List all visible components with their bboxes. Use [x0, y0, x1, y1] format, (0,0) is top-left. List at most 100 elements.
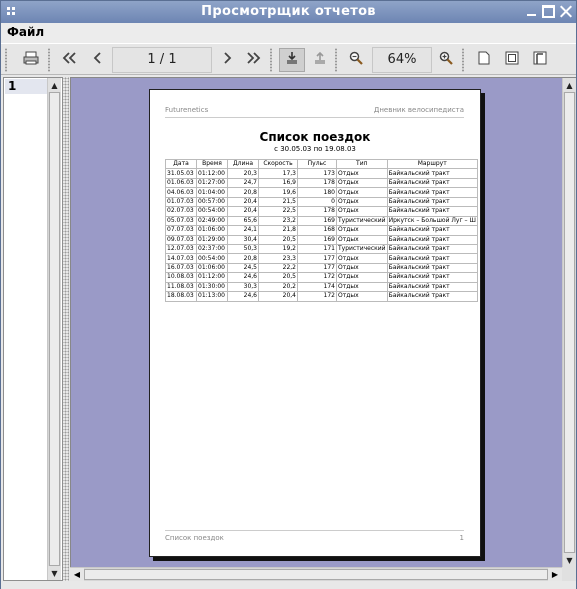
- table-cell: 01:30:00: [196, 281, 228, 293]
- table-cell: Байкальский тракт: [386, 177, 478, 189]
- table-cell: Байкальский тракт: [386, 234, 478, 245]
- print-button[interactable]: [18, 48, 44, 72]
- footer-rule: [165, 530, 464, 531]
- scroll-left-arrow-icon[interactable]: ◀: [70, 568, 84, 581]
- viewport-horizontal-scrollbar[interactable]: ◀ ▶: [70, 567, 562, 581]
- report-viewport[interactable]: Futurenetics Дневник велосипедиста Списо…: [70, 77, 576, 581]
- report-header-right: Дневник велосипедиста: [373, 106, 464, 114]
- table-cell: 01:12:00: [196, 168, 228, 179]
- table-cell: Иркутск – Большой Луг – Ш: [386, 215, 478, 227]
- table-cell: 01.06.03: [165, 177, 197, 189]
- table-row: 14.07.03 00:54:00 20,8 23,3 177 Отдых Байкальс…: [165, 253, 478, 264]
- scroll-thumb[interactable]: [84, 569, 548, 580]
- toolbar-separator: [462, 48, 464, 72]
- thumbnail-item[interactable]: 1: [5, 79, 49, 94]
- fit-width-button[interactable]: [527, 48, 553, 72]
- close-button[interactable]: [559, 5, 572, 18]
- menu-file[interactable]: Файл: [7, 25, 44, 39]
- table-row: 09.07.03 01:29:00 30,4 20,5 169 Отдых Байкальс…: [165, 234, 478, 245]
- table-cell: Байкальский тракт: [386, 206, 478, 217]
- table-cell: 20,4: [258, 291, 298, 302]
- table-cell: Отдых: [336, 253, 388, 264]
- table-cell: 19,6: [258, 187, 298, 198]
- table-row: 11.08.03 01:30:00 30,3 20,2 174 Отдых Байкальс…: [165, 281, 478, 293]
- zoom-in-button[interactable]: [433, 48, 459, 72]
- table-cell: 30,3: [227, 281, 259, 293]
- table-cell: Байкальский тракт: [386, 272, 478, 283]
- table-cell: 01:06:00: [196, 225, 228, 236]
- thumbnail-scrollbar[interactable]: ▲ ▼: [47, 78, 61, 580]
- scroll-up-arrow-icon[interactable]: ▲: [48, 78, 61, 92]
- report-subtitle: с 30.05.03 по 19.08.03: [274, 145, 356, 153]
- scroll-up-arrow-icon[interactable]: ▲: [563, 78, 576, 92]
- scroll-right-arrow-icon[interactable]: ▶: [548, 568, 562, 581]
- viewport-vertical-scrollbar[interactable]: ▲ ▼: [562, 78, 576, 567]
- zoom-out-button[interactable]: [343, 48, 369, 72]
- table-cell: 169: [297, 215, 337, 227]
- column-header: Тип: [336, 158, 388, 170]
- title-bar[interactable]: Просмотрщик отчетов: [1, 1, 576, 23]
- table-cell: 01:12:00: [196, 272, 228, 283]
- toolbar-separator: [335, 48, 337, 72]
- table-cell: 16.07.03: [165, 262, 197, 274]
- table-cell: 177: [297, 262, 337, 274]
- prev-page-button[interactable]: [85, 48, 111, 72]
- scroll-thumb[interactable]: [564, 92, 575, 553]
- zoom-field[interactable]: 64%: [372, 47, 432, 73]
- table-cell: 20,4: [227, 206, 259, 217]
- page-number-label: 1: [459, 534, 464, 542]
- table-cell: 20,2: [258, 281, 298, 293]
- table-row: 02.07.03 00:54:00 20,4 22,5 178 Отдых Байкальс…: [165, 206, 478, 217]
- export-button[interactable]: [279, 48, 305, 72]
- toolbar-grip[interactable]: [5, 48, 7, 72]
- scroll-thumb[interactable]: [49, 92, 60, 566]
- next-page-icon: [222, 52, 232, 68]
- first-page-button[interactable]: [56, 48, 82, 72]
- minimize-button[interactable]: [525, 5, 538, 18]
- page-number-field[interactable]: 1 / 1: [112, 47, 212, 73]
- page-icon: [478, 51, 490, 69]
- table-cell: Байкальский тракт: [386, 262, 478, 274]
- table-cell: Байкальский тракт: [386, 225, 478, 236]
- table-cell: 17,3: [258, 168, 298, 179]
- table-cell: 07.07.03: [165, 225, 197, 236]
- table-cell: 01:27:00: [196, 177, 228, 189]
- table-cell: 20,5: [258, 272, 298, 283]
- table-row: 16.07.03 01:06:00 24,5 22,2 177 Отдых Байкальс…: [165, 262, 478, 274]
- table-cell: Байкальский тракт: [386, 281, 478, 293]
- column-header: Пульс: [297, 158, 337, 170]
- table-row: 10.08.03 01:12:00 24,6 20,5 172 Отдых Байкальс…: [165, 272, 478, 283]
- table-cell: 172: [297, 272, 337, 283]
- table-cell: Байкальский тракт: [386, 291, 478, 302]
- actual-size-button[interactable]: [471, 48, 497, 72]
- fit-page-button[interactable]: [499, 48, 525, 72]
- table-cell: 21,8: [258, 225, 298, 236]
- trips-table: Дата Время Длина Скорость Пульс Тип Маршрут 31…: [165, 158, 478, 302]
- panel-splitter[interactable]: [63, 77, 69, 581]
- table-cell: Отдых: [336, 206, 388, 217]
- table-cell: 178: [297, 177, 337, 189]
- table-row: 01.07.03 00:57:00 20,4 21,5 0 Отдых Байкальски…: [165, 196, 478, 208]
- table-cell: 31.05.03: [165, 168, 197, 179]
- table-cell: 11.08.03: [165, 281, 197, 293]
- table-cell: 20,8: [227, 187, 259, 198]
- table-cell: 12.07.03: [165, 243, 197, 255]
- table-cell: 14.07.03: [165, 253, 197, 264]
- table-cell: 20,5: [258, 234, 298, 245]
- table-cell: 24,6: [227, 272, 259, 283]
- table-cell: 10.08.03: [165, 272, 197, 283]
- table-row: 18.08.03 01:13:00 24,6 20,4 172 Отдых Байкальс…: [165, 291, 478, 302]
- table-cell: 168: [297, 225, 337, 236]
- table-cell: 01:13:00: [196, 291, 228, 302]
- last-page-button[interactable]: [241, 48, 267, 72]
- import-button[interactable]: [307, 48, 333, 72]
- scroll-down-arrow-icon[interactable]: ▼: [563, 553, 576, 567]
- table-cell: Байкальский тракт: [386, 196, 478, 208]
- maximize-button[interactable]: [542, 5, 555, 18]
- table-cell: 0: [297, 196, 337, 208]
- scroll-down-arrow-icon[interactable]: ▼: [48, 566, 61, 580]
- next-page-button[interactable]: [214, 48, 240, 72]
- column-header: Время: [196, 158, 228, 170]
- table-cell: 65,6: [227, 215, 259, 227]
- table-cell: 02:49:00: [196, 215, 228, 227]
